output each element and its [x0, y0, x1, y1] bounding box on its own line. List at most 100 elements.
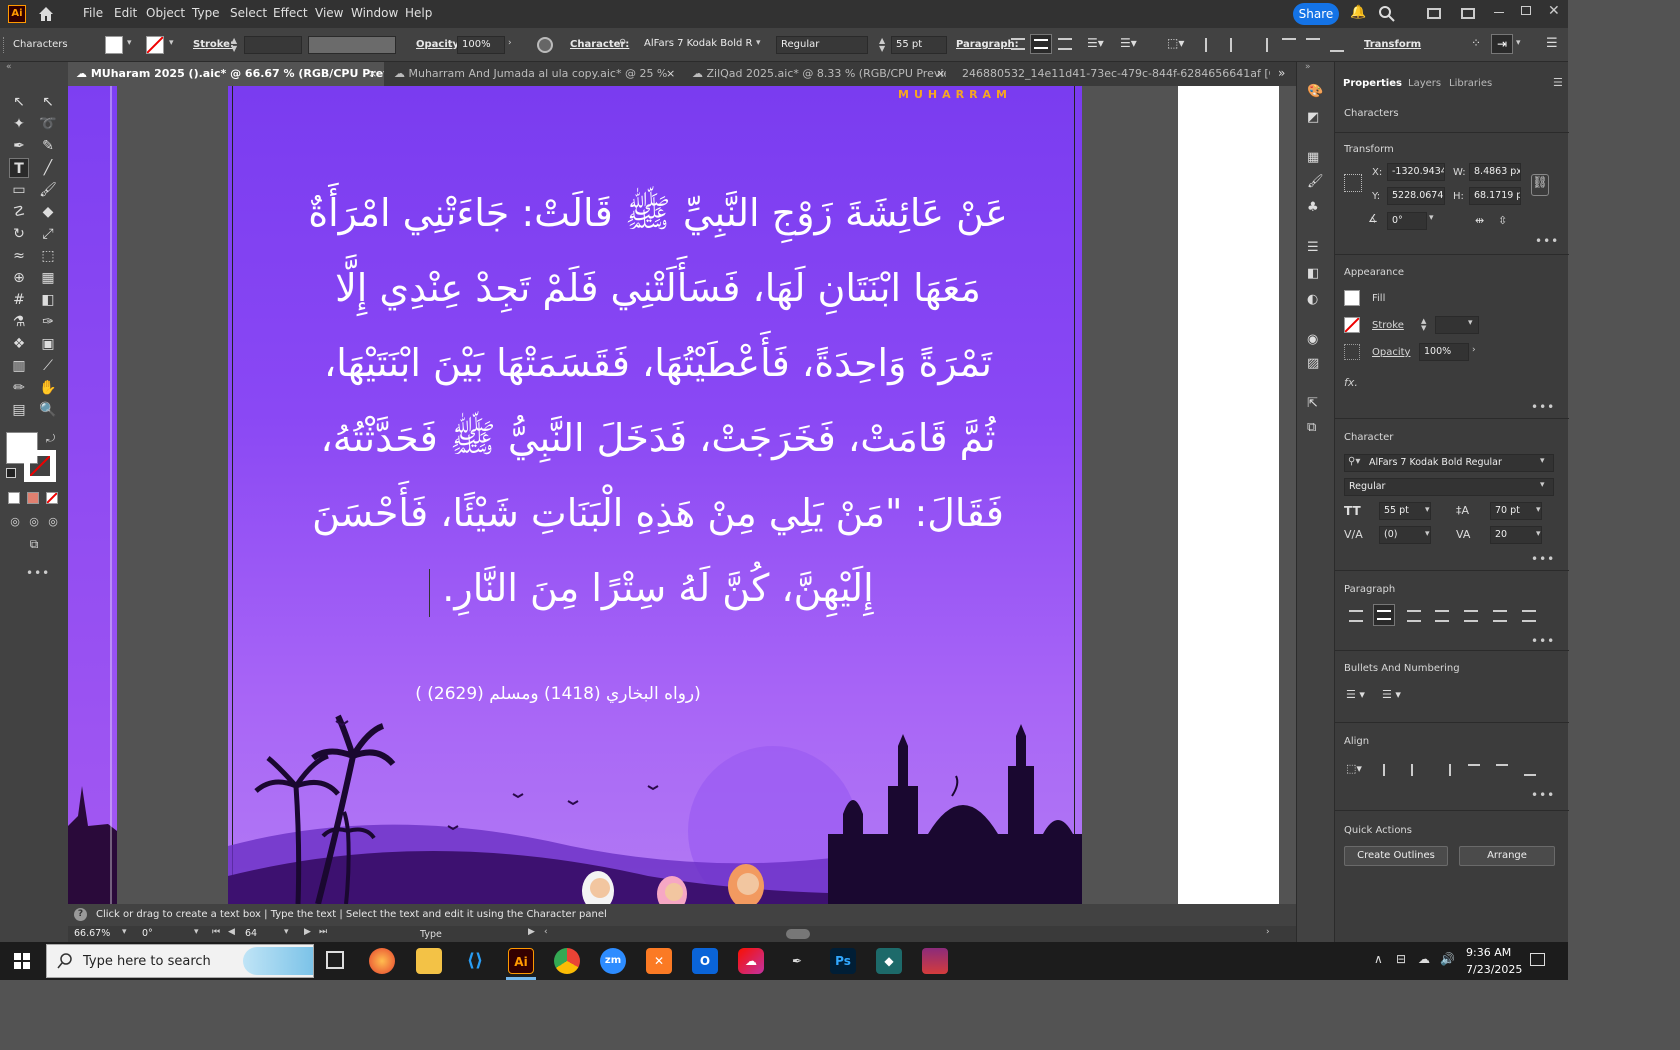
- screen-mode-icon[interactable]: ⧉: [24, 534, 44, 554]
- print-tiling-tool-icon[interactable]: ▤: [9, 400, 29, 420]
- menu-file[interactable]: File: [83, 6, 103, 20]
- illustrator-taskbar-icon[interactable]: Ai: [508, 948, 534, 974]
- transform-link[interactable]: Transform: [1364, 39, 1421, 50]
- menu-window[interactable]: Window: [351, 6, 398, 20]
- volume-tray-icon[interactable]: 🔊: [1440, 952, 1455, 966]
- numbering-icon[interactable]: ☰▾: [1120, 36, 1137, 50]
- task-view-icon[interactable]: [326, 951, 344, 969]
- slice-tool-icon[interactable]: ⟋: [38, 356, 58, 376]
- opacity-field-panel[interactable]: 100%: [1419, 343, 1469, 361]
- winrar-icon[interactable]: [922, 948, 948, 974]
- transparency-icon[interactable]: ◐: [1307, 292, 1318, 307]
- appearance-panel-icon[interactable]: ◉: [1307, 332, 1318, 347]
- panel-menu-icon[interactable]: ☰: [1553, 76, 1563, 89]
- menu-help[interactable]: Help: [405, 6, 432, 20]
- notifications-icon[interactable]: [1530, 953, 1545, 966]
- curvature-tool-icon[interactable]: ✎: [38, 136, 58, 156]
- paintbrush-tool-icon[interactable]: 🖌: [38, 180, 58, 200]
- workspace-icon[interactable]: [1427, 8, 1441, 19]
- line-tool-icon[interactable]: ╱: [38, 158, 58, 178]
- default-colors-icon[interactable]: [6, 468, 16, 478]
- draw-inside-icon[interactable]: ◎: [43, 512, 63, 532]
- bullets-icon[interactable]: ☰▾: [1087, 36, 1104, 50]
- align-to-panel-icon[interactable]: ⬚▾: [1346, 762, 1362, 775]
- swatches-icon[interactable]: ▦: [1307, 150, 1319, 165]
- opacity-flyout-icon-panel[interactable]: ›: [1472, 345, 1476, 355]
- stroke-weight-stepper-panel[interactable]: ▲ ▼: [1421, 318, 1426, 332]
- scroll-left-icon[interactable]: ‹: [544, 927, 548, 937]
- align-hcenter-panel-icon[interactable]: [1411, 764, 1423, 776]
- tab-zilqad-2025[interactable]: ☁ ZilQad 2025.aic* @ 8.33 % (RGB/CPU Pre…: [684, 62, 946, 86]
- artboard[interactable]: MUHARRAM عَنْ عَائِشَةَ زَوْجِ النَّبِيِ…: [228, 86, 1082, 904]
- menu-select[interactable]: Select: [230, 6, 267, 20]
- menu-object[interactable]: Object: [146, 6, 185, 20]
- color-mode-icon[interactable]: [8, 492, 20, 504]
- shape-builder-tool-icon[interactable]: ⊕: [9, 268, 29, 288]
- vscode-icon[interactable]: ⟨⟩: [462, 948, 488, 974]
- recolor-icon[interactable]: [537, 37, 553, 53]
- tracking-dropdown-icon[interactable]: ▾: [1536, 529, 1541, 539]
- font-family-field[interactable]: AlFars 7 Kodak Bold Re...: [640, 36, 752, 54]
- color-panel-icon[interactable]: 🎨: [1307, 84, 1323, 99]
- align-left-panel-icon[interactable]: [1383, 764, 1395, 776]
- fill-dropdown-icon[interactable]: ▾: [127, 38, 132, 48]
- home-icon[interactable]: [36, 4, 56, 24]
- stroke-label-panel[interactable]: Stroke: [1372, 320, 1404, 331]
- stroke-weight-dropdown-icon[interactable]: ▾: [1468, 318, 1473, 328]
- photoshop-icon[interactable]: Ps: [830, 948, 856, 974]
- gradient-mode-icon[interactable]: [27, 492, 39, 504]
- control-bar-menu-icon[interactable]: ☰: [1546, 36, 1558, 51]
- menu-view[interactable]: View: [315, 6, 343, 20]
- rotate-tool-icon[interactable]: ↻: [9, 224, 29, 244]
- artboard-number-field[interactable]: 64: [245, 928, 257, 939]
- tab-close-icon[interactable]: ×: [368, 67, 377, 80]
- perspective-grid-tool-icon[interactable]: ▦: [38, 268, 58, 288]
- font-size-field[interactable]: 55 pt: [891, 36, 947, 54]
- kerning-field[interactable]: (0): [1379, 526, 1431, 544]
- selection-tool-icon[interactable]: ↖: [9, 92, 29, 112]
- column-graph-tool-icon[interactable]: ▥: [9, 356, 29, 376]
- constrain-proportions-icon[interactable]: ⛓: [1531, 174, 1549, 196]
- font-search-icon[interactable]: ⚲: [619, 38, 626, 49]
- stroke-profile-preview[interactable]: [308, 36, 396, 54]
- draw-behind-icon[interactable]: ◎: [24, 512, 44, 532]
- align-top-panel-icon[interactable]: [1468, 764, 1480, 776]
- direct-selection-tool-icon[interactable]: ↖: [38, 92, 58, 112]
- numbering-panel-icon[interactable]: ☰ ▾: [1382, 688, 1401, 701]
- gradient-tool-icon[interactable]: ◧: [38, 290, 58, 310]
- search-icon[interactable]: [1378, 5, 1396, 26]
- export-icon[interactable]: ⇱: [1307, 396, 1318, 411]
- flip-vertical-icon[interactable]: ⇳: [1498, 214, 1507, 227]
- menu-edit[interactable]: Edit: [114, 6, 137, 20]
- align-center-icon[interactable]: [1030, 34, 1052, 54]
- opacity-flyout-icon[interactable]: ›: [508, 38, 512, 48]
- prev-artboard-icon[interactable]: ◀: [228, 927, 235, 937]
- type-tool-icon[interactable]: T: [9, 158, 29, 178]
- tab-muharam-2025[interactable]: ☁ MUharam 2025 ().aic* @ 66.67 % (RGB/CP…: [68, 62, 384, 86]
- paragraph-align-center-icon[interactable]: [1373, 604, 1395, 626]
- opacity-field[interactable]: 100%: [457, 36, 505, 54]
- shaper-tool-icon[interactable]: ☡: [9, 202, 29, 222]
- eraser-tool-icon[interactable]: ◆: [38, 202, 58, 222]
- zoom-field[interactable]: 66.67%: [74, 928, 110, 939]
- align-left-objects-icon[interactable]: [1205, 38, 1219, 52]
- bullets-panel-icon[interactable]: ☰ ▾: [1346, 688, 1365, 701]
- fx-label[interactable]: fx.: [1344, 376, 1358, 389]
- rectangle-tool-icon[interactable]: ▭: [9, 180, 29, 200]
- stroke-weight-stepper[interactable]: ▲ ▼: [231, 37, 237, 53]
- file-explorer-icon[interactable]: [416, 948, 442, 974]
- font-style-field[interactable]: Regular: [776, 36, 868, 54]
- justify-center-icon[interactable]: [1464, 610, 1478, 622]
- creative-cloud-icon[interactable]: ☁: [738, 948, 764, 974]
- align-vcenter-objects-icon[interactable]: [1306, 38, 1320, 52]
- align-bottom-panel-icon[interactable]: [1524, 764, 1536, 776]
- more-character-options-icon[interactable]: •••: [1531, 552, 1555, 566]
- x-field[interactable]: -1320.9434: [1387, 163, 1445, 181]
- font-size-dropdown-icon-panel[interactable]: ▾: [1425, 505, 1430, 515]
- stroke-weight-field[interactable]: [244, 36, 302, 54]
- stroke-color-box[interactable]: [24, 450, 56, 482]
- rotate-angle-dropdown-icon[interactable]: ▾: [1429, 213, 1434, 223]
- align-to-icon[interactable]: ⬚▾: [1167, 36, 1184, 50]
- restore-icon[interactable]: [1521, 6, 1531, 15]
- justify-right-icon[interactable]: [1493, 610, 1507, 622]
